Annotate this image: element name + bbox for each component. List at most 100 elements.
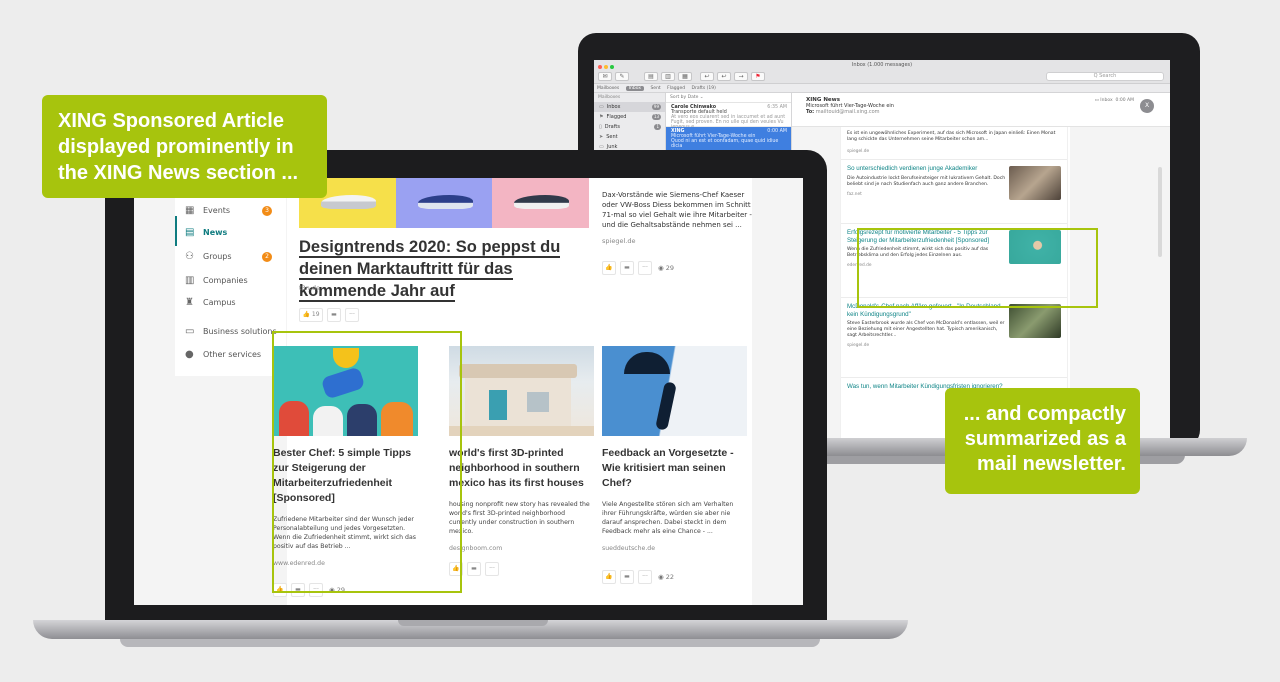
message-meta: ▭ Inbox 0:00 AM	[1095, 98, 1134, 103]
sidebar-item-label: Sent	[606, 134, 618, 140]
sidebar-item-drafts[interactable]: ▯ Drafts 1	[594, 122, 665, 132]
newsletter-lead-source: spiegel.de	[847, 149, 870, 154]
message-received-time: 0:00 AM	[1115, 98, 1135, 103]
get-mail-icon[interactable]: ✉	[598, 72, 612, 81]
archive-icon[interactable]: ▤	[644, 72, 658, 81]
tab-inbox[interactable]: Inbox	[625, 86, 645, 91]
nav-item-business-solutions[interactable]: ▭ Business solutions	[175, 321, 286, 343]
newsletter-item-image[interactable]	[1009, 304, 1061, 338]
card-title[interactable]: world's first 3D-printed neighborhood in…	[449, 446, 594, 491]
more-dots-icon: ···	[489, 565, 495, 572]
side-article-source[interactable]: spiegel.de	[602, 236, 752, 246]
article-card[interactable]: world's first 3D-printed neighborhood in…	[449, 346, 594, 576]
newsletter-item-source: spiegel.de	[847, 343, 870, 348]
laptop-front-notch	[398, 620, 548, 626]
forward-icon[interactable]: →	[734, 72, 748, 81]
minimize-window-icon[interactable]	[604, 65, 608, 69]
comment-button[interactable]: ▬	[467, 562, 481, 576]
compose-icon[interactable]: ✎	[615, 72, 629, 81]
image-panel-pink	[492, 178, 590, 228]
nav-item-other-services[interactable]: ● Other services	[175, 344, 286, 366]
mailbox-icon: ▭	[1094, 98, 1099, 103]
reading-scrollbar[interactable]	[1158, 167, 1162, 257]
close-window-icon[interactable]	[598, 65, 602, 69]
newsletter-item-desc: Die Autoindustrie lockt Berufseinsteiger…	[847, 175, 1006, 187]
drafts-icon: ▯	[599, 124, 602, 130]
message-header: XING News Microsoft führt Vier-Tage-Woch…	[792, 93, 1170, 127]
sort-by-menu[interactable]: Sort by Date ⌄	[666, 93, 791, 103]
nav-item-groups[interactable]: ⚇ Groups 2	[175, 246, 286, 268]
umbrella-icon	[624, 352, 670, 374]
like-button[interactable]: 👍 19	[299, 308, 323, 322]
comment-icon: ▬	[624, 264, 630, 271]
like-button[interactable]: 👍	[602, 261, 616, 275]
sidebar-header: Mailboxes	[598, 95, 621, 100]
tab-mailboxes[interactable]: Mailboxes	[597, 86, 619, 91]
nav-item-label: Business solutions	[203, 327, 277, 336]
trash-icon[interactable]: ▥	[661, 72, 675, 81]
comment-button[interactable]: ▬	[620, 261, 634, 275]
reply-icon[interactable]: ↩	[700, 72, 714, 81]
mail-search-input[interactable]: Q Search	[1046, 72, 1164, 81]
newsletter-item[interactable]: So unterschiedlich verdienen junge Akade…	[841, 159, 1067, 223]
nav-item-events[interactable]: ▦ Events 3	[175, 200, 286, 222]
main-article-actions: 👍 19 ▬ ···	[299, 308, 363, 322]
card-source[interactable]: designboom.com	[449, 545, 594, 552]
more-options-button[interactable]: ···	[638, 261, 652, 275]
shoe-illustration	[321, 195, 376, 209]
nav-item-companies[interactable]: ▥ Companies	[175, 270, 286, 292]
like-button[interactable]: 👍	[602, 570, 616, 584]
mail-titlebar: Inbox (1.000 messages)	[594, 60, 1170, 70]
zoom-window-icon[interactable]	[610, 65, 614, 69]
tab-sent[interactable]: Sent	[650, 86, 660, 91]
more-options-button[interactable]: ···	[638, 570, 652, 584]
campus-icon: ♜	[185, 297, 194, 308]
tab-drafts[interactable]: Drafts (19)	[692, 86, 716, 91]
comment-button[interactable]: ▬	[620, 570, 634, 584]
eye-icon: ◉	[658, 264, 664, 272]
tab-flagged[interactable]: Flagged	[667, 86, 685, 91]
card-title[interactable]: Feedback an Vorgesetzte - Wie kritisiert…	[602, 446, 747, 491]
article-card[interactable]: Feedback an Vorgesetzte - Wie kritisiert…	[602, 346, 747, 584]
shoe-illustration	[514, 195, 570, 209]
card-source[interactable]: sueddeutsche.de	[602, 545, 747, 552]
callout-mail-newsletter: ... and compactly summarized as a mail n…	[945, 388, 1140, 494]
sender-avatar: X	[1140, 99, 1154, 113]
newsletter-item-title[interactable]: So unterschiedlich verdienen junge Akade…	[847, 165, 1007, 173]
newsletter-item[interactable]: McDonald's-Chef nach Affäre gefeuert - "…	[841, 297, 1067, 377]
nav-item-label: Events	[203, 206, 231, 215]
more-options-button[interactable]: ···	[485, 562, 499, 576]
flag-menu-icon[interactable]: ⚑	[751, 72, 765, 81]
sponsored-highlight-xing	[272, 331, 462, 593]
message-row[interactable]: Carole Chinwako 6:35 AM Transporte defau…	[666, 103, 791, 130]
side-article-text[interactable]: Dax-Vorstände wie Siemens-Chef Kaeser od…	[602, 190, 752, 246]
newsletter-item-image[interactable]	[1009, 166, 1061, 200]
nav-item-label: Other services	[203, 350, 262, 359]
message-row-selected[interactable]: XING 0:00 AM Microsoft führt Vier-Tage-W…	[666, 127, 791, 151]
message-time: 6:35 AM	[767, 105, 787, 110]
reply-all-icon[interactable]: ↩	[717, 72, 731, 81]
views-count: ◉ 22	[658, 573, 674, 581]
nav-item-news[interactable]: ▤ News	[175, 222, 286, 244]
newsletter-item-desc: Steve Easterbrook wurde als Chef von McD…	[847, 321, 1005, 338]
main-article-title[interactable]: Designtrends 2020: So peppst du deinen M…	[299, 236, 599, 302]
card-description: Viele Angestellte stören sich am Verhalt…	[602, 501, 734, 535]
main-article-source[interactable]: t3n.de	[299, 284, 320, 292]
nav-item-label: News	[203, 228, 228, 237]
callout-xing-article: XING Sponsored Article displayed promine…	[42, 95, 327, 198]
junk-icon[interactable]: ▦	[678, 72, 692, 81]
sidebar-item-label: Drafts	[604, 124, 620, 130]
sidebar-item-inbox[interactable]: ▭ Inbox 99	[594, 102, 665, 112]
comment-button[interactable]: ▬	[327, 308, 341, 322]
house-roof	[459, 364, 577, 378]
message-mailbox: Inbox	[1100, 98, 1113, 103]
nav-item-campus[interactable]: ♜ Campus	[175, 292, 286, 314]
sidebar-item-flagged[interactable]: ⚑ Flagged 13	[594, 112, 665, 122]
more-options-button[interactable]: ···	[345, 308, 359, 322]
main-article-image[interactable]	[299, 178, 590, 228]
xing-sidebar-nav: ▦ Events 3 ▤ News ⚇ Groups 2 ▥ Companies ♜ Camp…	[175, 178, 286, 376]
to-address[interactable]: mailtouid@mail.xing.com	[816, 109, 880, 115]
business-icon: ▭	[185, 326, 195, 337]
comment-icon: ▬	[624, 573, 630, 580]
sidebar-item-sent[interactable]: ➤ Sent	[594, 132, 665, 142]
